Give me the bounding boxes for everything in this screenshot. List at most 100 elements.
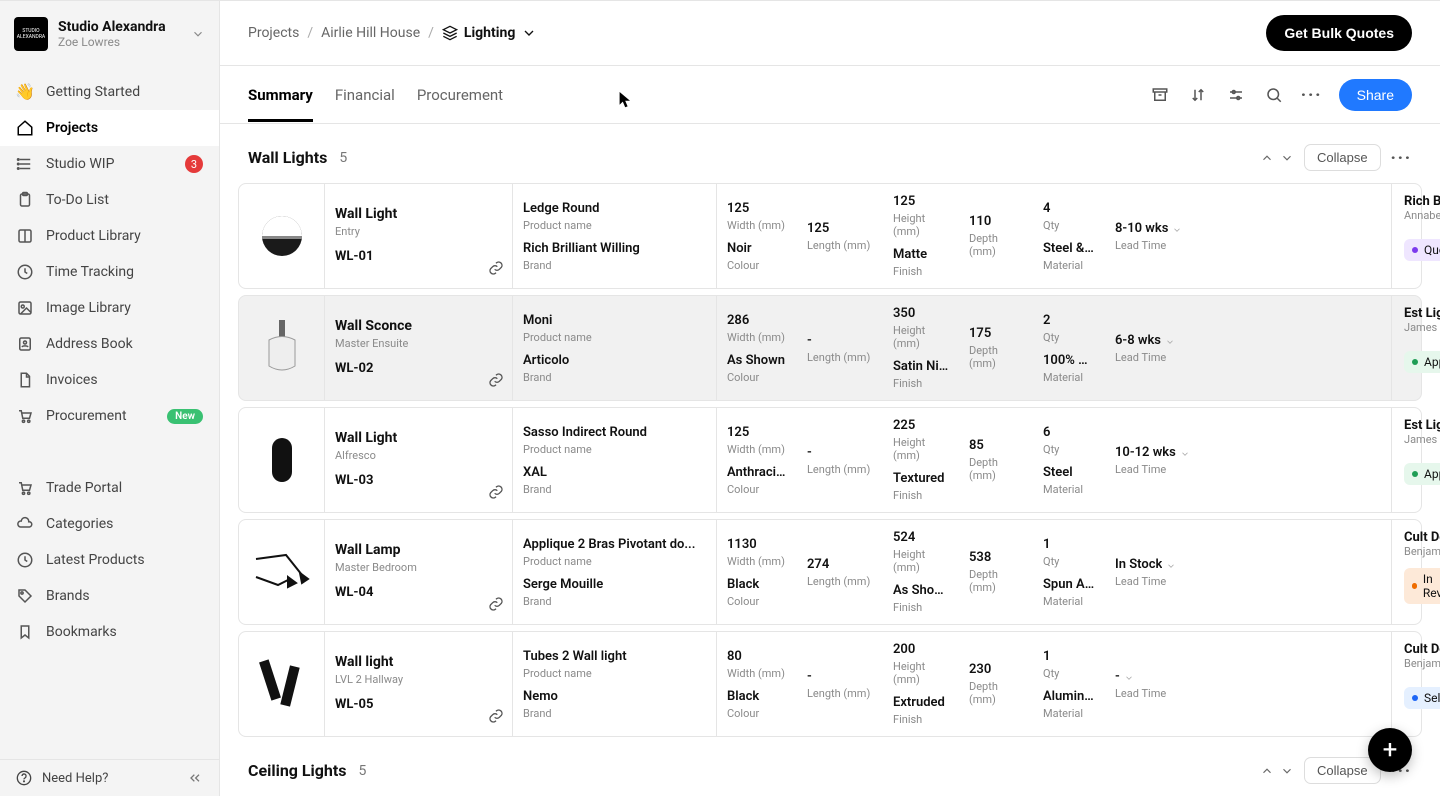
sidebar-item-label: Categories <box>46 516 113 532</box>
supplier-cell: ··· Rich Brilliant Wil...Annabel Tucker … <box>1391 184 1440 288</box>
tabs: Summary Financial Procurement <box>248 68 503 122</box>
topbar: Projects / Airlie Hill House / Lighting … <box>220 1 1440 66</box>
section-count: 5 <box>339 150 347 166</box>
section-count: 5 <box>359 763 367 779</box>
product-name-cell: Ledge RoundProduct name Rich Brilliant W… <box>513 184 717 288</box>
product-thumb <box>239 408 325 512</box>
sidebar-item-to-do-list[interactable]: To-Do List <box>0 182 219 218</box>
bookmark-icon <box>16 623 34 641</box>
cart-icon <box>16 407 34 425</box>
help-icon <box>16 770 32 786</box>
sidebar-item-procurement[interactable]: ProcurementNew <box>0 398 219 434</box>
breadcrumb: Projects / Airlie Hill House / Lighting <box>248 25 537 41</box>
crumb-current[interactable]: Lighting <box>442 25 537 41</box>
sidebar-item-image-library[interactable]: Image Library <box>0 290 219 326</box>
supplier-cell: ··· Est LightingJames Davis Approved Get… <box>1391 296 1440 400</box>
sidebar-item-product-library[interactable]: Product Library <box>0 218 219 254</box>
product-row[interactable]: Wall lightLVL 2 HallwayWL-05 Tubes 2 Wal… <box>238 631 1422 737</box>
add-button[interactable]: + <box>1368 728 1412 772</box>
nav-secondary: Trade Portal Categories Latest Products … <box>0 464 219 656</box>
product-thumb <box>239 184 325 288</box>
search-icon[interactable] <box>1263 84 1285 106</box>
filter-icon[interactable] <box>1225 84 1247 106</box>
status-chip[interactable]: Approved <box>1404 463 1440 485</box>
chevron-left-icon[interactable] <box>187 770 203 786</box>
workspace-switcher[interactable]: STUDIOALEXANDRA Studio Alexandra Zoe Low… <box>0 1 219 67</box>
product-thumb <box>239 632 325 736</box>
sidebar-item-invoices[interactable]: Invoices <box>0 362 219 398</box>
badge: 3 <box>185 155 203 173</box>
section-title: Wall Lights <box>248 148 327 167</box>
status-chip[interactable]: Quoting <box>1404 239 1440 261</box>
product-id-cell: Wall SconceMaster EnsuiteWL-02 <box>325 296 513 400</box>
crumb-projects[interactable]: Projects <box>248 25 299 41</box>
sidebar-item-label: Product Library <box>46 228 141 244</box>
product-row[interactable]: Wall LightEntryWL-01 Ledge RoundProduct … <box>238 183 1422 289</box>
archive-icon[interactable] <box>1149 84 1171 106</box>
sidebar-item-trade-portal[interactable]: Trade Portal <box>0 470 219 506</box>
sidebar-item-brands[interactable]: Brands <box>0 578 219 614</box>
product-row[interactable]: Wall LampMaster BedroomWL-04 Applique 2 … <box>238 519 1422 625</box>
sidebar-item-bookmarks[interactable]: Bookmarks <box>0 614 219 650</box>
sidebar-item-categories[interactable]: Categories <box>0 506 219 542</box>
help-button[interactable]: Need Help? <box>0 759 219 796</box>
contacts-icon <box>16 335 34 353</box>
section-down[interactable] <box>1280 764 1294 778</box>
product-id-cell: Wall lightLVL 2 HallwayWL-05 <box>325 632 513 736</box>
main: Projects / Airlie Hill House / Lighting … <box>220 1 1440 796</box>
sidebar-item-latest-products[interactable]: Latest Products <box>0 542 219 578</box>
status-chip[interactable]: In Review <box>1404 568 1440 604</box>
home-icon <box>16 119 34 137</box>
tab-summary[interactable]: Summary <box>248 68 313 122</box>
sidebar-item-label: Latest Products <box>46 552 145 568</box>
file-icon <box>16 371 34 389</box>
sidebar-item-label: Time Tracking <box>46 264 134 280</box>
tab-financial[interactable]: Financial <box>335 68 395 122</box>
product-name-cell: Sasso Indirect RoundProduct name XALBran… <box>513 408 717 512</box>
sidebar-item-time-tracking[interactable]: Time Tracking <box>0 254 219 290</box>
section-title: Ceiling Lights <box>248 761 347 780</box>
workspace-user: Zoe Lowres <box>58 35 181 49</box>
status-chip[interactable]: Approved <box>1404 351 1440 373</box>
chevron-down-icon <box>521 25 537 41</box>
sidebar-item-getting-started[interactable]: 👋 Getting Started <box>0 73 219 110</box>
supplier-cell: ··· Cult DesignBenjamin Downey In Review… <box>1391 520 1440 624</box>
product-id-cell: Wall LampMaster BedroomWL-04 <box>325 520 513 624</box>
image-icon <box>16 299 34 317</box>
section-more[interactable]: ··· <box>1391 148 1412 167</box>
share-button[interactable]: Share <box>1339 79 1412 111</box>
more-icon[interactable]: ··· <box>1301 84 1323 106</box>
sidebar-item-studio-wip[interactable]: Studio WIP3 <box>0 146 219 182</box>
product-row[interactable]: Wall LightAlfrescoWL-03 Sasso Indirect R… <box>238 407 1422 513</box>
product-row[interactable]: Wall SconceMaster EnsuiteWL-02 MoniProdu… <box>238 295 1422 401</box>
sidebar-item-label: Image Library <box>46 300 131 316</box>
new-tag: New <box>167 409 203 424</box>
section-up[interactable] <box>1260 764 1274 778</box>
collapse-button[interactable]: Collapse <box>1304 757 1381 784</box>
tabbar: Summary Financial Procurement ··· Share <box>220 66 1440 124</box>
status-chip[interactable]: Selected <box>1404 687 1440 709</box>
sidebar-item-label: Projects <box>46 120 98 136</box>
content: Wall Lights 5 Collapse ··· Wall LightEnt… <box>220 124 1440 796</box>
nav-primary: 👋 Getting Started Projects Studio WIP3 T… <box>0 67 219 440</box>
tab-procurement[interactable]: Procurement <box>417 68 503 122</box>
bulk-quotes-button[interactable]: Get Bulk Quotes <box>1266 15 1412 51</box>
section-down[interactable] <box>1280 151 1294 165</box>
sidebar-item-address-book[interactable]: Address Book <box>0 326 219 362</box>
sort-icon[interactable] <box>1187 84 1209 106</box>
workspace-name: Studio Alexandra <box>58 19 181 35</box>
product-id-cell: Wall LightAlfrescoWL-03 <box>325 408 513 512</box>
sidebar-item-label: Invoices <box>46 372 98 388</box>
sidebar-item-label: Getting Started <box>46 84 140 100</box>
sidebar-item-projects[interactable]: Projects <box>0 110 219 146</box>
section-up[interactable] <box>1260 151 1274 165</box>
chevron-down-icon <box>191 27 205 41</box>
supplier-cell: ··· Cult DesignBenjamin Downey Selected … <box>1391 632 1440 736</box>
collapse-button[interactable]: Collapse <box>1304 144 1381 171</box>
supplier-cell: ··· Est LightingJames Davis Approved Get… <box>1391 408 1440 512</box>
tag-icon <box>16 587 34 605</box>
sidebar-item-label: Trade Portal <box>46 480 122 496</box>
product-thumb <box>239 520 325 624</box>
crumb-project[interactable]: Airlie Hill House <box>321 25 420 41</box>
product-name-cell: MoniProduct name ArticoloBrand <box>513 296 717 400</box>
